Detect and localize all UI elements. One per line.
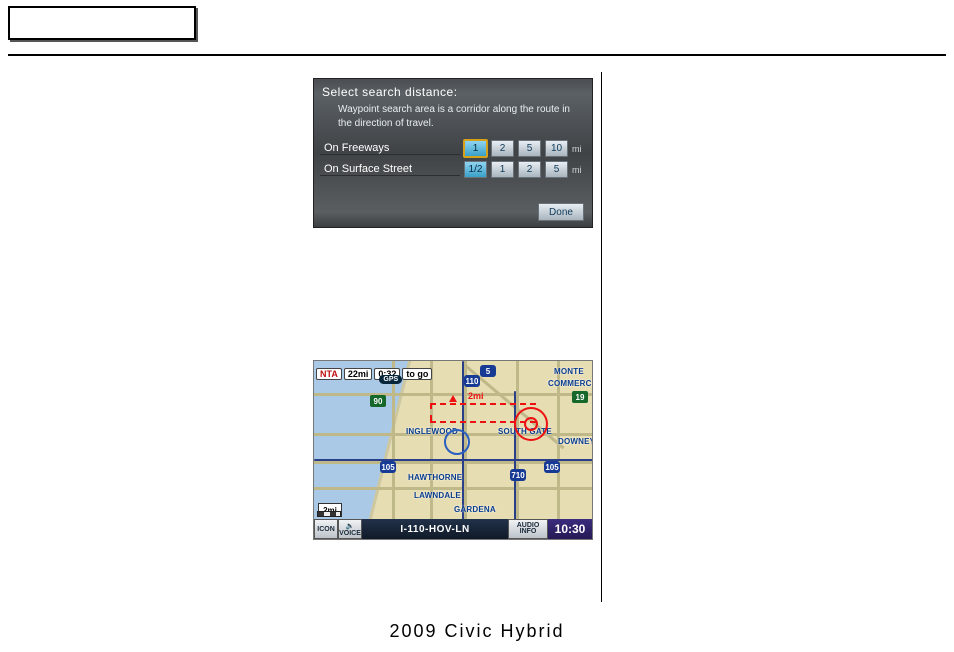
freeway-option-2[interactable]: 2 bbox=[491, 140, 514, 157]
route-corridor-top bbox=[430, 403, 536, 405]
current-position-icon bbox=[444, 429, 470, 455]
road bbox=[392, 361, 395, 539]
current-street: I-110-HOV-LN bbox=[362, 519, 508, 539]
shield-105-left: 105 bbox=[380, 461, 396, 473]
surface-option-5[interactable]: 5 bbox=[545, 161, 568, 178]
row-surface-street: On Surface Street 1/2 1 2 5 mi bbox=[314, 159, 592, 180]
column-divider bbox=[601, 72, 602, 602]
horizontal-rule bbox=[8, 54, 946, 56]
surface-option-1[interactable]: 1 bbox=[491, 161, 514, 178]
city-gardena: GARDENA bbox=[454, 505, 496, 514]
speaker-icon: 🔈 bbox=[346, 522, 355, 530]
dialog-description: Waypoint search area is a corridor along… bbox=[314, 101, 592, 138]
dialog-title: Select search distance: bbox=[314, 79, 592, 101]
freeway-option-1[interactable]: 1 bbox=[464, 140, 487, 157]
city-hawthorne: HAWTHORNE bbox=[408, 473, 462, 482]
road bbox=[516, 361, 519, 539]
direction-arrow-icon bbox=[449, 395, 457, 402]
row-freeways: On Freeways 1 2 5 10 mi bbox=[314, 138, 592, 159]
surface-option-half[interactable]: 1/2 bbox=[464, 161, 487, 178]
done-button[interactable]: Done bbox=[538, 203, 584, 221]
voice-label: VOICE bbox=[339, 530, 361, 537]
map-bottom-bar: ICON 🔈 VOICE I-110-HOV-LN AUDIO INFO 10:… bbox=[314, 519, 592, 539]
row-label: On Surface Street bbox=[320, 163, 460, 176]
navigation-map[interactable]: 90 5 110 19 105 105 710 MONTE COMMERCE I… bbox=[313, 360, 593, 540]
city-commerce: COMMERCE bbox=[548, 379, 593, 388]
city-lawndale: LAWNDALE bbox=[414, 491, 461, 500]
city-monte: MONTE bbox=[554, 367, 584, 376]
unit-label: mi bbox=[572, 165, 586, 175]
icon-button[interactable]: ICON bbox=[314, 519, 338, 539]
road bbox=[314, 487, 592, 490]
shield-110: 110 bbox=[464, 375, 480, 387]
status-distance: 22mi bbox=[344, 368, 373, 380]
surface-option-2[interactable]: 2 bbox=[518, 161, 541, 178]
manual-section-placeholder bbox=[8, 6, 196, 40]
route-corridor-left bbox=[430, 403, 432, 421]
freeway-option-5[interactable]: 5 bbox=[518, 140, 541, 157]
freeway-option-10[interactable]: 10 bbox=[545, 140, 568, 157]
page-footer: 2009 Civic Hybrid bbox=[0, 621, 954, 642]
status-to-go: to go bbox=[402, 368, 432, 380]
map-status-bar: NTA 22mi 0:32 to go GPS bbox=[316, 363, 402, 384]
destination-inner-circle bbox=[524, 417, 538, 431]
freeway-710 bbox=[514, 391, 516, 540]
route-width-label: 2mi bbox=[468, 391, 484, 401]
clock: 10:30 bbox=[548, 519, 592, 539]
audio-info-button[interactable]: AUDIO INFO bbox=[508, 519, 548, 539]
shield-710: 710 bbox=[510, 469, 526, 481]
audio-label-line2: INFO bbox=[520, 529, 537, 535]
shield-90: 90 bbox=[370, 395, 386, 407]
road bbox=[430, 361, 433, 539]
status-prefix: NTA bbox=[316, 368, 342, 380]
search-distance-dialog: Select search distance: Waypoint search … bbox=[313, 78, 593, 228]
unit-label: mi bbox=[572, 144, 586, 154]
shield-5: 5 bbox=[480, 365, 496, 377]
scale-bar-icon bbox=[317, 511, 341, 517]
shield-105-right: 105 bbox=[544, 461, 560, 473]
city-downey: DOWNEY bbox=[558, 437, 593, 446]
voice-button[interactable]: 🔈 VOICE bbox=[338, 519, 362, 539]
shield-19: 19 bbox=[572, 391, 588, 403]
row-label: On Freeways bbox=[320, 142, 460, 155]
gps-indicator-icon: GPS bbox=[379, 375, 402, 384]
